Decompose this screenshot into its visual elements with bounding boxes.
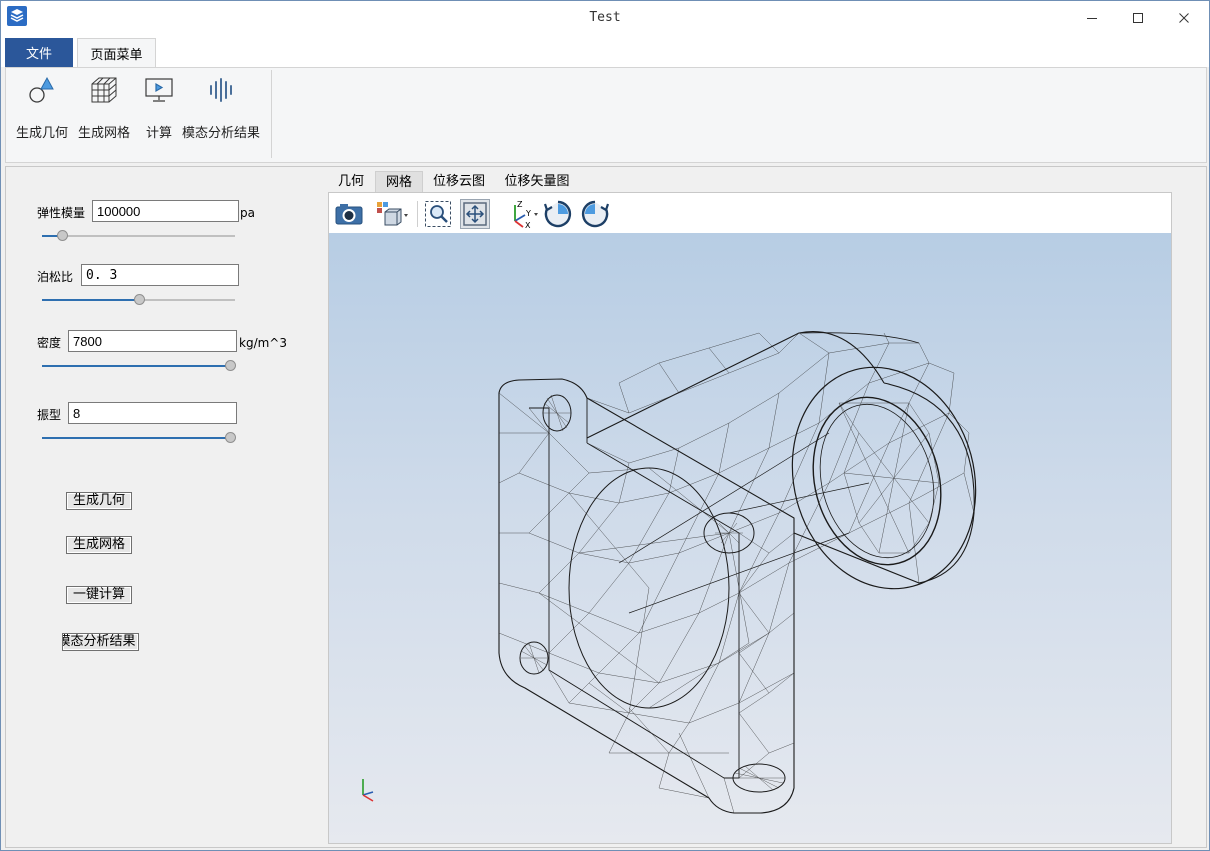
ribbon-gen-mesh-label: 生成网格 (78, 126, 131, 141)
poisson-ratio-label: 泊松比 (37, 270, 74, 284)
main-window: Test 文件 页面菜单 生成几何 生成网格 计算 模态分析结果 弹性模量 10… (0, 0, 1210, 851)
minimize-button[interactable] (1069, 1, 1115, 35)
poisson-ratio-slider[interactable] (42, 294, 235, 306)
modal-result-button[interactable]: 模态分析结果 (62, 633, 139, 651)
slider-thumb[interactable] (57, 230, 68, 241)
compute-monitor-icon (143, 74, 175, 106)
slider-thumb[interactable] (134, 294, 145, 305)
density-label: 密度 (37, 336, 62, 350)
tab-displacement-contour[interactable]: 位移云图 (429, 171, 489, 192)
elastic-modulus-unit: pa (240, 206, 255, 220)
ribbon-compute-button[interactable]: 计算 (143, 74, 175, 141)
close-button[interactable] (1161, 1, 1207, 35)
svg-text:Z: Z (517, 200, 523, 209)
ribbon-gen-mesh-button[interactable]: 生成网格 (78, 74, 130, 141)
elastic-modulus-input[interactable] (92, 200, 239, 222)
svg-text:Y: Y (525, 209, 531, 218)
one-click-compute-button[interactable]: 一键计算 (66, 586, 132, 604)
density-unit: kg/m^3 (239, 336, 287, 350)
mode-shape-label: 振型 (37, 408, 62, 422)
title-bar: Test (1, 1, 1209, 37)
tab-mesh[interactable]: 网格 (375, 171, 423, 193)
mesh-model (362, 331, 977, 814)
tab-page-menu[interactable]: 页面菜单 (77, 38, 156, 67)
main-content: 弹性模量 pa 泊松比 密度 kg/m^3 振型 生成几何 生成网格 一键计算 … (5, 166, 1207, 848)
maximize-button[interactable] (1115, 1, 1161, 35)
slider-thumb[interactable] (225, 360, 236, 371)
camera-icon[interactable] (334, 199, 364, 229)
elastic-modulus-slider[interactable] (42, 230, 235, 242)
ribbon-separator (271, 70, 272, 158)
viewer-toolbar: Z Y X (329, 193, 1171, 233)
ribbon-modal-result-label: 模态分析结果 (182, 126, 261, 141)
ribbon-gen-geometry-label: 生成几何 (16, 126, 69, 141)
density-input[interactable] (68, 330, 237, 352)
zoom-box-icon[interactable] (423, 199, 453, 229)
view-cube-icon[interactable] (375, 199, 411, 229)
modal-waveform-icon (205, 74, 237, 106)
mesh-render-canvas[interactable] (329, 233, 1171, 843)
ribbon-gen-geometry-button[interactable]: 生成几何 (16, 74, 68, 141)
ribbon-modal-result-button[interactable]: 模态分析结果 (182, 74, 260, 141)
mode-shape-slider[interactable] (42, 432, 236, 444)
gen-geometry-button[interactable]: 生成几何 (66, 492, 132, 510)
tab-displacement-vector[interactable]: 位移矢量图 (500, 171, 574, 192)
mode-shape-input[interactable] (68, 402, 237, 424)
density-slider[interactable] (42, 360, 236, 372)
svg-text:X: X (525, 221, 531, 229)
gen-mesh-button[interactable]: 生成网格 (66, 536, 132, 554)
ribbon-compute-label: 计算 (145, 126, 172, 141)
fit-all-icon[interactable] (460, 199, 490, 229)
tab-file[interactable]: 文件 (5, 38, 73, 67)
slider-thumb[interactable] (225, 432, 236, 443)
geometry-shapes-icon (26, 74, 58, 106)
poisson-ratio-input[interactable] (81, 264, 239, 286)
axis-orientation-icon[interactable]: Z Y X (507, 199, 541, 229)
toolbar-separator (417, 201, 418, 227)
ribbon-tab-bar: 文件 页面菜单 (1, 37, 1209, 67)
rotate-ccw-icon[interactable] (580, 199, 610, 229)
3d-viewer: Z Y X (328, 192, 1172, 844)
rotate-cw-icon[interactable] (543, 199, 573, 229)
elastic-modulus-label: 弹性模量 (37, 206, 86, 220)
mesh-cube-icon (88, 74, 120, 106)
window-title: Test (589, 10, 621, 25)
ribbon-panel: 生成几何 生成网格 计算 模态分析结果 (5, 67, 1207, 163)
tab-geometry[interactable]: 几何 (332, 171, 370, 192)
